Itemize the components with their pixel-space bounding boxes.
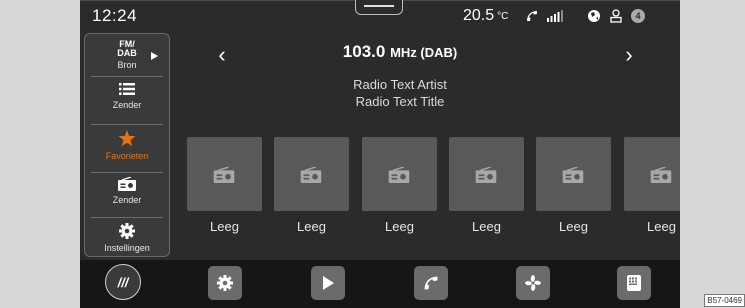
preset-slot[interactable]: Leeg: [187, 137, 262, 234]
fm-dab-icon: FM/ DAB: [117, 40, 137, 58]
settings-shortcut-button[interactable]: [208, 266, 242, 300]
source-line-2: DAB: [117, 48, 137, 58]
preset-tile[interactable]: [536, 137, 611, 211]
preset-tile[interactable]: [274, 137, 349, 211]
temperature-unit: °C: [497, 10, 509, 22]
preset-label: Leeg: [559, 219, 588, 234]
clock: 12:24: [92, 6, 138, 25]
preset-label: Leeg: [210, 219, 239, 234]
phone-icon: [527, 11, 537, 21]
phone-icon: [424, 276, 438, 290]
preset-slot[interactable]: Leeg: [274, 137, 349, 234]
station-label: Zender: [112, 195, 142, 205]
preset-label: Leeg: [472, 219, 501, 234]
media-button[interactable]: [311, 266, 345, 300]
side-divider: [91, 124, 163, 125]
station-list-label: Zender: [112, 100, 142, 110]
pull-down-handle[interactable]: [355, 0, 403, 15]
status-icons: 4: [525, 6, 645, 26]
side-divider: [91, 217, 163, 218]
frequency-display: 103.0 MHz (DAB): [310, 42, 490, 62]
station-list-button[interactable]: Zender: [85, 82, 169, 110]
radio-icon: [650, 167, 672, 183]
favorites-button[interactable]: Favorieten: [85, 130, 169, 161]
preset-tile[interactable]: [187, 137, 262, 211]
side-menu: FM/ DAB Bron Zender Favorieten Zender In…: [84, 33, 170, 257]
preset-tile[interactable]: [449, 137, 524, 211]
temperature-value: 20.5: [463, 7, 495, 24]
radio-icon: [475, 167, 497, 183]
frequency-value: 103.0: [342, 42, 386, 61]
image-code-label: B57-0469: [704, 294, 745, 307]
fan-icon: [525, 275, 541, 291]
preset-tile[interactable]: [624, 137, 680, 211]
globe-icon: [588, 10, 600, 22]
phone-button[interactable]: [414, 266, 448, 300]
source-button[interactable]: FM/ DAB Bron: [85, 40, 169, 70]
outside-temperature: 20.5 °C: [463, 6, 508, 26]
radio-icon: [562, 167, 584, 183]
radio-text-artist: Radio Text Artist: [353, 77, 447, 92]
preset-slot[interactable]: Leeg: [362, 137, 437, 234]
source-arrow-icon: [151, 52, 158, 60]
preset-label: Leeg: [297, 219, 326, 234]
favorites-label: Favorieten: [105, 151, 149, 161]
play-icon: [323, 276, 334, 290]
star-icon: [118, 130, 136, 147]
pull-down-bar-icon: [364, 5, 394, 7]
radio-text-title: Radio Text Title: [355, 94, 445, 109]
previous-station-arrow-icon[interactable]: ‹: [212, 42, 232, 68]
radio-icon: [300, 167, 322, 183]
station-button[interactable]: Zender: [85, 176, 169, 205]
preset-tile[interactable]: [362, 137, 437, 211]
radio-icon: [118, 176, 136, 191]
preset-slot[interactable]: Leeg: [536, 137, 611, 234]
side-divider: [91, 172, 163, 173]
preset-slot[interactable]: Leeg: [449, 137, 524, 234]
preset-label: Leeg: [647, 219, 676, 234]
preset-slot[interactable]: Leeg: [624, 137, 680, 234]
settings-label: Instellingen: [104, 243, 150, 253]
infotainment-screen: 12:24 20.5 °C 4 FM/ DAB Bron Zender Favo…: [80, 0, 680, 308]
side-divider: [91, 76, 163, 77]
next-station-arrow-icon[interactable]: ›: [619, 42, 639, 68]
radio-icon: [388, 167, 410, 183]
list-icon: [119, 83, 135, 95]
source-label: Bron: [117, 60, 137, 70]
gear-icon: [119, 223, 135, 239]
home-button[interactable]: ///: [105, 264, 141, 300]
notification-badge[interactable]: 4: [631, 9, 645, 23]
user-profile-icon: [610, 9, 622, 23]
smartphone-icon: [627, 275, 641, 291]
climate-button[interactable]: [516, 266, 550, 300]
preset-label: Leeg: [385, 219, 414, 234]
phone-projection-button[interactable]: [617, 266, 651, 300]
signal-strength-icon: [547, 10, 563, 22]
bottom-bar: [80, 260, 680, 308]
frequency-unit: MHz (DAB): [390, 45, 458, 60]
settings-button[interactable]: Instellingen: [85, 223, 169, 253]
radio-icon: [213, 167, 235, 183]
gear-icon: [217, 275, 233, 291]
